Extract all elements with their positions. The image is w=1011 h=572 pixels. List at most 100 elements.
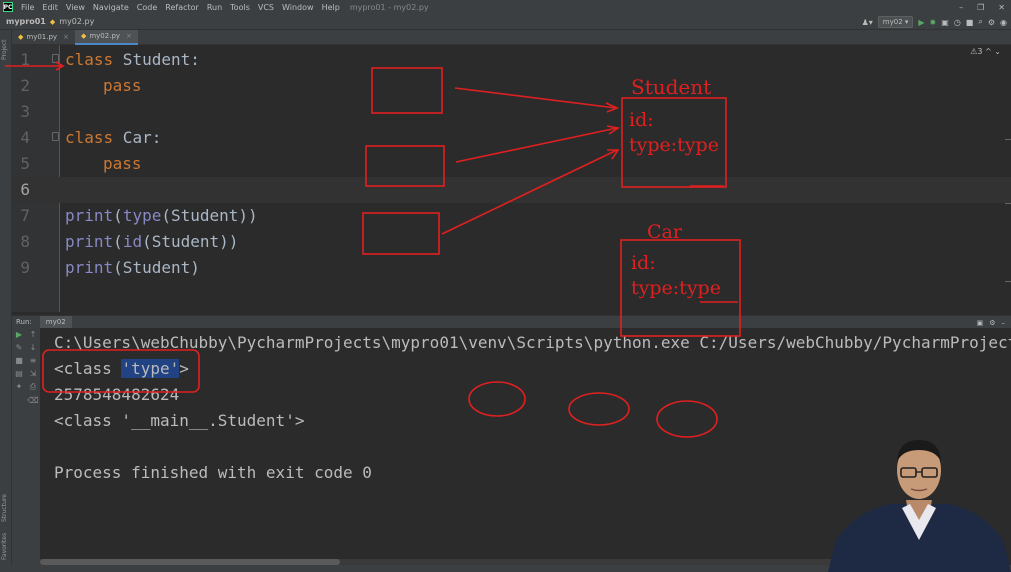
code-text: class Car: (65, 125, 161, 151)
print-icon[interactable]: ⎙ (30, 382, 36, 392)
python-file-icon: ◆ (80, 32, 87, 40)
code-text: print(Student) (65, 255, 200, 281)
close-icon[interactable]: × (126, 29, 132, 44)
console-text: <class (54, 359, 122, 378)
line-number: 6 (20, 180, 30, 199)
keyword-pass: pass (103, 76, 142, 95)
keyword-class: class (65, 128, 114, 147)
builtin-print: print (65, 258, 114, 277)
search-icon[interactable]: ⌕ (978, 17, 982, 27)
run-icon[interactable]: ▶ (918, 18, 924, 27)
stop-icon[interactable]: ■ (966, 18, 974, 27)
run-label: Run: (16, 318, 32, 326)
menu-navigate[interactable]: Navigate (89, 3, 133, 12)
code-text: print(id(Student)) (65, 229, 238, 255)
code-text: class Student: (65, 47, 200, 73)
hide-panel-icon[interactable]: – (1002, 319, 1006, 327)
minimize-button[interactable]: – (959, 3, 963, 12)
pin-icon[interactable]: ✦ (16, 382, 23, 391)
rerun-icon[interactable]: ▶ (16, 330, 22, 339)
user-icon[interactable]: ♟▾ (862, 18, 873, 27)
class-name: Car: (113, 128, 162, 147)
profile-icon[interactable]: ◷ (954, 18, 961, 27)
code-token: ( (113, 232, 123, 251)
code-text: pass (103, 73, 142, 99)
structure-tool-button[interactable]: Structure (1, 494, 8, 522)
maximize-button[interactable]: ❐ (977, 3, 984, 12)
line-number: 5 (20, 154, 30, 173)
stop-icon[interactable]: ■ (15, 356, 23, 365)
gear-icon[interactable]: ⚙ (989, 319, 995, 327)
tab-my02[interactable]: ◆ my02.py × (74, 29, 138, 45)
console-text: > (179, 359, 189, 378)
settings-icon[interactable]: ⚙ (988, 18, 995, 27)
code-token: (Student)) (161, 206, 258, 225)
presenter-webcam (828, 440, 1011, 572)
menu-edit[interactable]: Edit (38, 3, 62, 12)
window-title: mypro01 - my02.py (349, 2, 429, 12)
close-icon[interactable]: × (63, 30, 69, 45)
keyword-pass: pass (103, 154, 142, 173)
code-line: 9 print(Student) (12, 255, 1011, 281)
code-line: 2 pass (12, 73, 1011, 99)
code-line: 3 (12, 99, 1011, 125)
wrench-icon[interactable]: ✎ (16, 343, 23, 352)
run-tab-my02[interactable]: my02 (39, 315, 72, 329)
code-line: 5 pass (12, 151, 1011, 177)
scroll-end-icon[interactable]: ⇲ (30, 369, 37, 378)
trash-icon[interactable]: ⌫ (27, 396, 38, 405)
menu-file[interactable]: File (17, 3, 38, 12)
class-name: Student: (113, 50, 200, 69)
menu-run[interactable]: Run (203, 3, 226, 12)
line-number: 4 (20, 128, 30, 147)
scroll-down-icon[interactable]: ↓ (30, 343, 37, 352)
current-code-line: 6 (12, 177, 1011, 203)
panel-options-icon[interactable]: ▣ (977, 319, 984, 327)
soft-wrap-icon[interactable]: ≡ (30, 356, 37, 365)
breadcrumb-project[interactable]: mypro01 (0, 17, 50, 26)
fold-icon[interactable] (52, 132, 59, 141)
menu-tools[interactable]: Tools (226, 3, 254, 12)
run-toolbar: ▶ ✎ ■ ▤ ✦ ↑ ↓ ≡ ⇲ ⎙ ⌫ (12, 328, 40, 572)
code-editor[interactable]: ⚠3 ^ ⌄ 1 class Student: 2 pass 3 4 class… (12, 45, 1011, 312)
python-file-icon: ◆ (18, 33, 24, 41)
builtin-type: type (122, 206, 162, 225)
keyword-class: class (65, 50, 114, 69)
menu-window[interactable]: Window (278, 3, 318, 12)
line-number: 9 (20, 258, 30, 277)
coverage-icon[interactable]: ▣ (941, 18, 949, 27)
fold-icon[interactable] (52, 54, 59, 63)
close-window-button[interactable]: ✕ (998, 3, 1005, 12)
update-icon[interactable]: ◉ (1000, 18, 1007, 27)
line-number: 7 (20, 206, 30, 225)
tab-label: my02.py (89, 32, 121, 40)
menu-refactor[interactable]: Refactor (161, 3, 203, 12)
scroll-marker (1005, 139, 1011, 140)
scroll-up-icon[interactable]: ↑ (30, 330, 37, 339)
layout-icon[interactable]: ▤ (15, 369, 23, 378)
console-output-line: <class '__main__.Student'> (54, 411, 305, 430)
pycharm-window: PC File Edit View Navigate Code Refactor… (0, 0, 1011, 572)
tab-label: my01.py (26, 33, 58, 41)
project-tool-button[interactable]: Project (1, 39, 8, 60)
console-output-line: <class 'type'> (54, 356, 189, 382)
code-line: 4 class Car: (12, 125, 1011, 151)
breadcrumb-file[interactable]: my02.py (55, 17, 98, 26)
navigation-bar: mypro01 ◆ my02.py ♟▾ my02 ▾ ▶ ✹ ▣ ◷ ■ ⌕ … (0, 14, 1011, 30)
menu-code[interactable]: Code (133, 3, 161, 12)
selected-text: 'type' (121, 359, 180, 378)
code-line: 8 print(id(Student)) (12, 229, 1011, 255)
run-config-selector[interactable]: my02 ▾ (877, 16, 914, 28)
builtin-id: id (122, 232, 143, 251)
line-number: 1 (20, 50, 30, 69)
tab-my01[interactable]: ◆ my01.py × (12, 30, 75, 45)
menu-vcs[interactable]: VCS (254, 3, 278, 12)
debug-icon[interactable]: ✹ (930, 18, 937, 27)
pycharm-logo-icon: PC (3, 2, 13, 12)
editor-tab-bar: ◆ my01.py × ◆ my02.py × (12, 30, 1011, 45)
favorites-tool-button[interactable]: Favorites (1, 533, 8, 560)
menu-view[interactable]: View (62, 3, 89, 12)
menu-help[interactable]: Help (318, 3, 344, 12)
builtin-print: print (65, 232, 114, 251)
code-token: (Student) (113, 258, 200, 277)
